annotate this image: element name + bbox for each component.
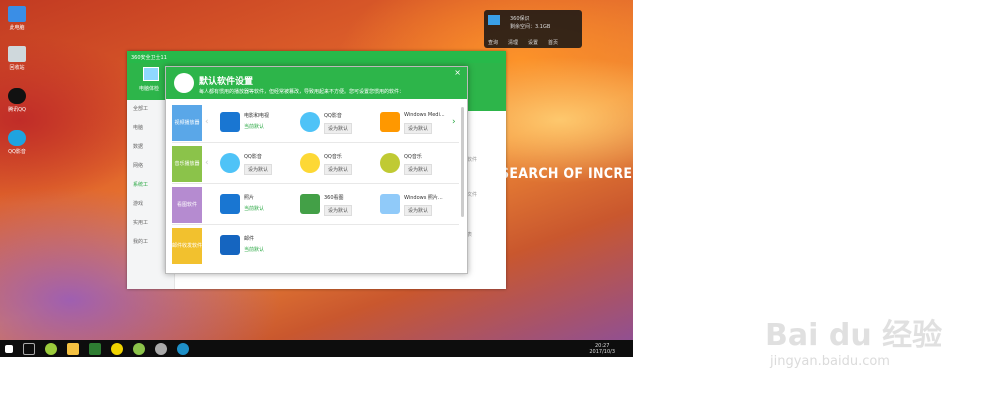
qq-player-icon xyxy=(300,112,320,132)
prev-arrow-icon[interactable]: ‹ xyxy=(205,117,209,127)
taskbar: 20:27 2017/10/3 xyxy=(0,340,633,357)
window-titlebar: 360安全卫士11 xyxy=(127,51,506,63)
app-card[interactable]: QQ音乐 设为默认 xyxy=(376,149,448,181)
app-card[interactable]: QQ音乐 设为默认 xyxy=(296,149,368,181)
default-software-dialog: 默认软件设置 每人都有惯用的播放器等软件，但经常被篡改，导致用起来不方便。您可设… xyxy=(165,66,468,274)
folder-icon[interactable] xyxy=(67,342,79,355)
dialog-scrollbar[interactable] xyxy=(461,107,464,217)
app-card[interactable]: Windows 照片... 设为默认 xyxy=(376,190,448,222)
checkup-icon[interactable] xyxy=(143,67,159,81)
dialog-title: 默认软件设置 xyxy=(199,77,254,87)
next-arrow-icon[interactable]: › xyxy=(452,117,456,127)
clock-date[interactable]: 2017/10/3 xyxy=(589,349,615,355)
dialog-subtitle: 每人都有惯用的播放器等软件，但经常被篡改，导致用起来不方便。您可设置您惯用的软件… xyxy=(199,89,405,95)
row-video: 视频播放器 ‹ 电影和电视 当前默认 QQ影音 设为默认 Windows Medi.… xyxy=(172,105,459,143)
prev-arrow-icon[interactable]: ‹ xyxy=(205,158,209,168)
windows-photo-icon xyxy=(380,194,400,214)
widget-title: 360保识 xyxy=(510,16,530,22)
app-card[interactable]: QQ影音 设为默认 xyxy=(296,108,368,140)
row-mail: 邮件收发软件 邮件 当前默认 xyxy=(172,228,459,266)
app-blue-icon[interactable] xyxy=(177,342,189,355)
app-card[interactable]: 邮件 当前默认 xyxy=(216,231,288,263)
qq-music-icon xyxy=(380,153,400,173)
mail-icon xyxy=(220,235,240,255)
app-card[interactable]: 360看图 设为默认 xyxy=(296,190,368,222)
widget-menu-settings[interactable]: 设置 xyxy=(528,39,538,46)
row-image: 看图软件 照片 当前默认 360看图 设为默认 Windows 照片... 设为默认 xyxy=(172,187,459,225)
windows-media-icon xyxy=(380,112,400,132)
right-text-0: 软件 xyxy=(467,157,478,163)
desktop-icon-qq-player[interactable]: QQ影音 xyxy=(4,130,30,155)
movies-tv-icon xyxy=(220,112,240,132)
cat-image: 看图软件 xyxy=(172,187,202,223)
close-icon[interactable]: × xyxy=(454,68,461,77)
cat-video: 视频播放器 xyxy=(172,105,202,141)
widget-icon xyxy=(488,15,500,25)
dialog-header: 默认软件设置 每人都有惯用的播放器等软件，但经常被篡改，导致用起来不方便。您可设… xyxy=(166,67,467,99)
start-icon[interactable] xyxy=(5,344,13,353)
widget-menu-clean[interactable]: 清理 xyxy=(508,39,518,46)
app-card[interactable]: QQ影音 设为默认 xyxy=(216,149,288,181)
widget-menu-query[interactable]: 查询 xyxy=(488,39,498,46)
app-card[interactable]: 电影和电视 当前默认 xyxy=(216,108,288,140)
app-card[interactable]: 照片 当前默认 xyxy=(216,190,288,222)
app-lime-icon[interactable] xyxy=(133,342,145,355)
app-yellow-icon[interactable] xyxy=(111,342,123,355)
system-widget[interactable]: 360保识 剩余空间：3.1GB 查询 清理 设置 首页 xyxy=(484,10,582,48)
desktop-icon-computer[interactable]: 此电脑 xyxy=(4,6,30,31)
desktop-icon-recycle-bin[interactable]: 回收站 xyxy=(4,46,30,71)
qq-player-icon xyxy=(220,153,240,173)
desktop-icon-qq[interactable]: 腾讯QQ xyxy=(4,88,30,113)
app-360-icon[interactable] xyxy=(45,342,57,355)
settings-logo-icon xyxy=(174,73,194,93)
baidu-watermark: Bai du 经验 jingyan.baidu.com xyxy=(765,310,942,369)
qq-music-icon xyxy=(300,153,320,173)
app-card[interactable]: Windows Medi... 设为默认 xyxy=(376,108,448,140)
wallpaper-promo-text: SEARCH OF INCREDIBLE xyxy=(500,166,633,182)
widget-line: 剩余空间：3.1GB xyxy=(510,24,551,30)
baidu-url: jingyan.baidu.com xyxy=(770,354,890,369)
baidu-logo: Bai du 经验 xyxy=(765,318,943,353)
app-gray-icon[interactable] xyxy=(155,342,167,355)
photos-icon xyxy=(220,194,240,214)
right-text-1: 文件 xyxy=(467,192,478,198)
side-top-label: 电脑体检 xyxy=(139,86,160,92)
row-music: 音乐播放器 ‹ QQ影音 设为默认 QQ音乐 设为默认 QQ音乐 设为默认 xyxy=(172,146,459,184)
cat-music: 音乐播放器 xyxy=(172,146,202,182)
app-green-icon[interactable] xyxy=(89,342,101,355)
image-viewer-icon xyxy=(300,194,320,214)
cat-mail: 邮件收发软件 xyxy=(172,228,202,264)
widget-menu-home[interactable]: 首页 xyxy=(548,39,558,46)
task-view-icon[interactable] xyxy=(23,342,35,355)
